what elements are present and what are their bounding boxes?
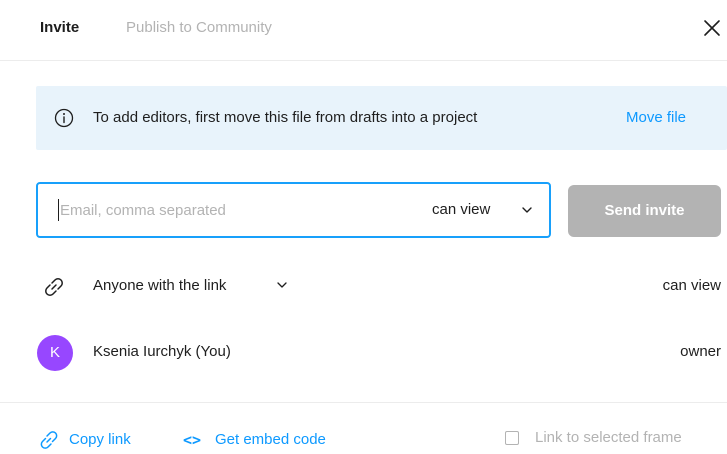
- link-icon: [40, 431, 58, 449]
- text-caret: [58, 199, 59, 221]
- member-name: Ksenia Iurchyk (You): [93, 343, 231, 360]
- link-access-select[interactable]: Anyone with the link: [93, 275, 226, 297]
- copy-link-label: Copy link: [69, 431, 131, 448]
- invite-permission-select[interactable]: can view: [432, 199, 490, 221]
- tab-invite[interactable]: Invite: [40, 18, 79, 38]
- banner-message: To add editors, first move this file fro…: [93, 109, 478, 126]
- code-icon: <>: [183, 431, 202, 449]
- avatar: K: [37, 335, 73, 371]
- tab-publish-to-community[interactable]: Publish to Community: [126, 18, 272, 38]
- share-dialog: Invite Publish to Community To add edito…: [0, 0, 727, 454]
- embed-code-label: Get embed code: [215, 431, 326, 448]
- move-file-banner: To add editors, first move this file fro…: [36, 86, 727, 150]
- invite-field-group: can view: [36, 182, 551, 238]
- link-permission-select[interactable]: can view: [663, 275, 721, 297]
- link-to-frame-label[interactable]: Link to selected frame: [535, 428, 682, 448]
- email-input[interactable]: [56, 198, 400, 222]
- link-to-frame-checkbox[interactable]: [505, 431, 519, 445]
- chevron-down-icon[interactable]: [276, 279, 288, 291]
- move-file-link[interactable]: Move file: [626, 108, 686, 128]
- close-icon: [704, 20, 720, 36]
- info-icon: [54, 108, 74, 128]
- footer-divider: [0, 402, 727, 403]
- close-button[interactable]: [700, 16, 724, 40]
- dialog-header: Invite Publish to Community: [0, 0, 727, 61]
- link-icon: [45, 278, 63, 296]
- chevron-down-icon[interactable]: [520, 203, 534, 217]
- member-role: owner: [680, 343, 721, 360]
- send-invite-button[interactable]: Send invite: [568, 185, 721, 237]
